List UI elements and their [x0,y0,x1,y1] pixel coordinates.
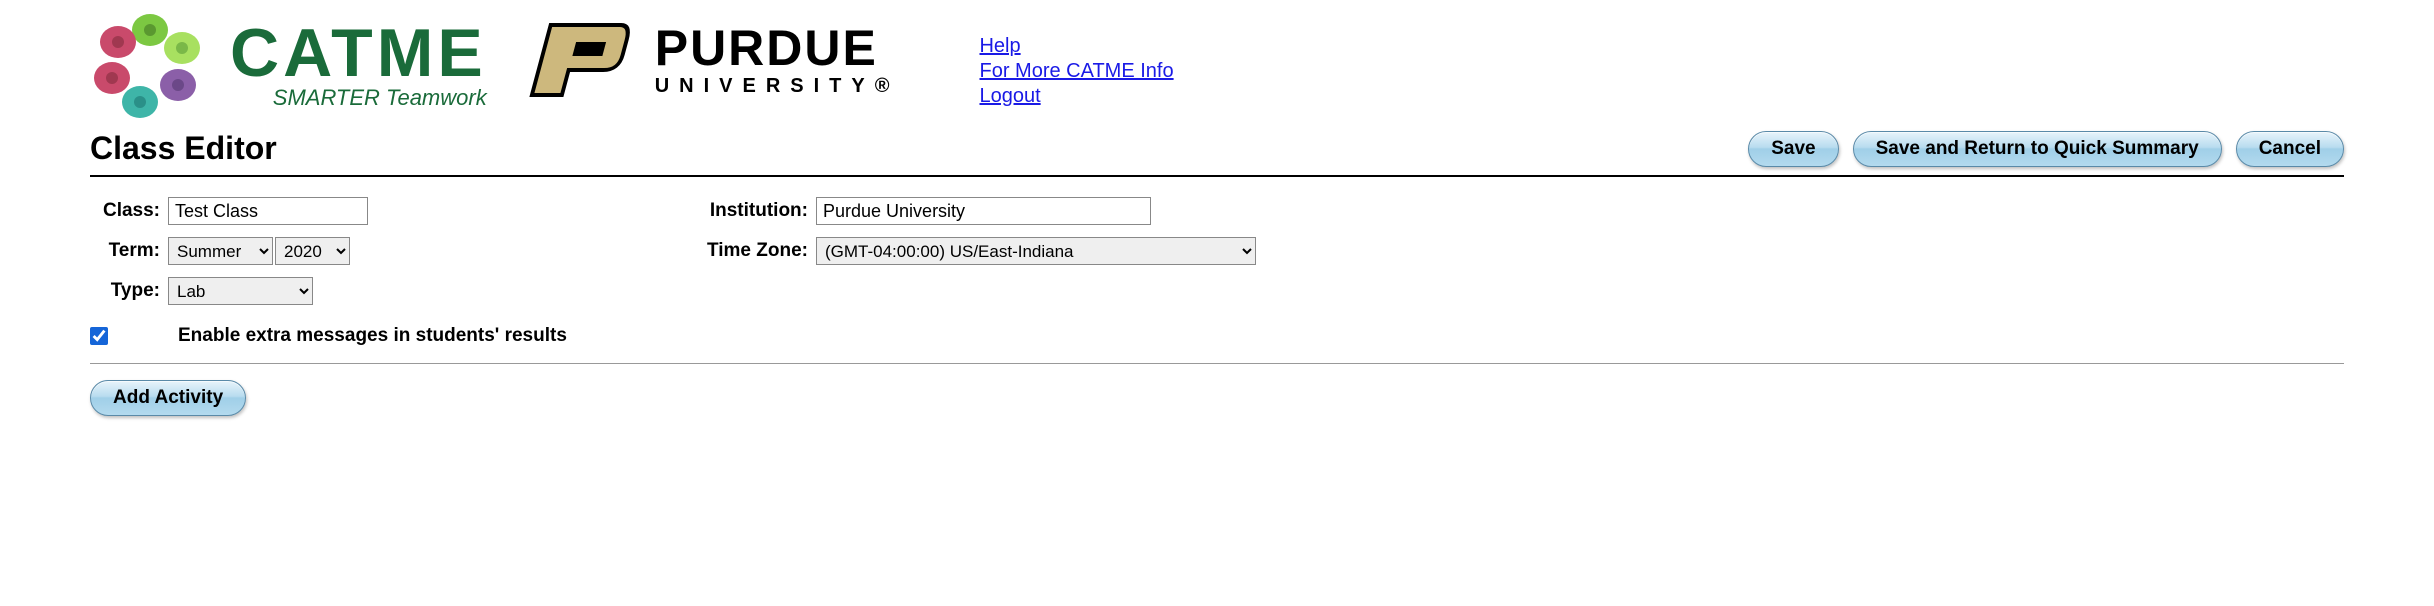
class-label: Class: [90,200,160,222]
type-select[interactable]: Lab [168,277,313,305]
institution-label: Institution: [688,200,808,222]
class-input[interactable] [168,197,368,225]
more-info-link[interactable]: For More CATME Info [979,60,1173,83]
page-title: Class Editor [90,130,277,167]
term-label: Term: [90,240,160,262]
term-select[interactable]: Summer [168,237,273,265]
action-buttons: Save Save and Return to Quick Summary Ca… [1748,131,2344,167]
header-links: Help For More CATME Info Logout [979,35,1173,108]
institution-input[interactable] [816,197,1151,225]
timezone-label: Time Zone: [688,240,808,262]
catme-flower-icon [90,10,210,120]
save-return-button[interactable]: Save and Return to Quick Summary [1853,131,2222,167]
form-left-column: Class: Term: Summer 2020 Type: Lab [90,197,368,317]
header: CATME SMARTER Teamwork PURDUE UNIVERSITY… [90,10,2344,120]
extra-messages-row: Enable extra messages in students' resul… [90,325,2344,347]
bottom-row: Add Activity [90,380,2344,416]
catme-logo-text: CATME SMARTER Teamwork [230,19,487,111]
year-select[interactable]: 2020 [275,237,350,265]
purdue-logo: PURDUE UNIVERSITY® [527,20,900,100]
timezone-select[interactable]: (GMT-04:00:00) US/East-Indiana [816,237,1256,265]
title-row: Class Editor Save Save and Return to Qui… [90,130,2344,177]
help-link[interactable]: Help [979,35,1173,58]
form-right-column: Institution: Time Zone: (GMT-04:00:00) U… [688,197,1256,317]
add-activity-button[interactable]: Add Activity [90,380,246,416]
cancel-button[interactable]: Cancel [2236,131,2344,167]
extra-messages-label: Enable extra messages in students' resul… [178,325,567,347]
extra-messages-checkbox[interactable] [90,327,108,345]
purdue-p-icon [527,20,637,100]
type-label: Type: [90,280,160,302]
catme-title: CATME [230,19,487,87]
save-button[interactable]: Save [1748,131,1838,167]
catme-logo: CATME SMARTER Teamwork [90,10,487,120]
purdue-title: PURDUE [655,23,900,73]
purdue-subtitle: UNIVERSITY® [655,75,900,98]
catme-subtitle: SMARTER Teamwork [230,85,487,111]
logout-link[interactable]: Logout [979,85,1173,108]
form-area: Class: Term: Summer 2020 Type: Lab [90,177,2344,364]
purdue-logo-text: PURDUE UNIVERSITY® [655,23,900,98]
